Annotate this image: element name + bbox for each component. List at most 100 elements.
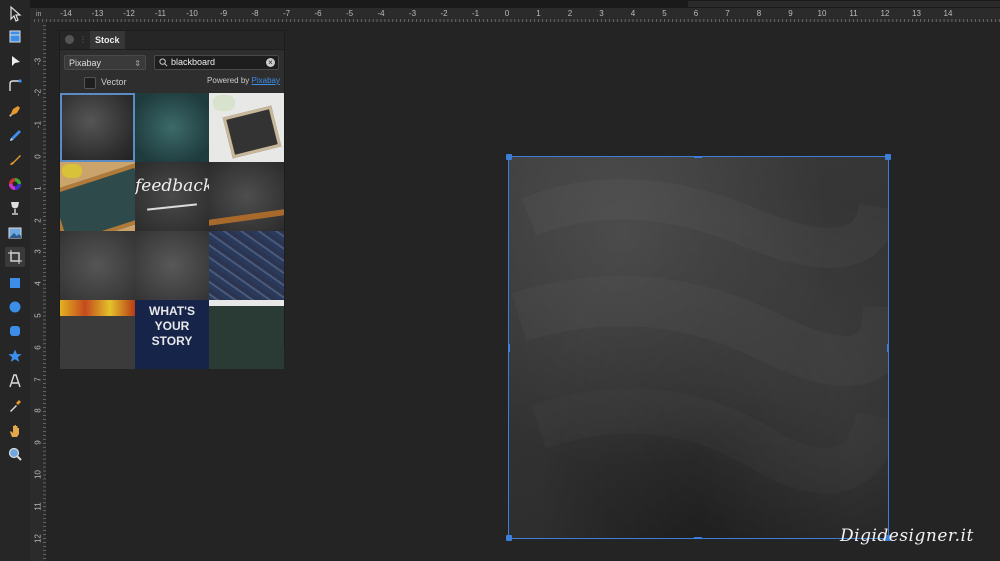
artboard-icon [9,30,21,43]
ruler-tick-label: -5 [345,9,354,18]
text-icon [9,374,21,388]
stock-panel-titlebar: ⋮ Stock [60,31,284,50]
ruler-tick-label: 9 [33,440,43,445]
stock-thumb[interactable] [60,231,135,300]
artboard-tool[interactable] [5,26,25,46]
ruler-tick-label: -1 [471,9,480,18]
pen-tool[interactable] [5,101,25,121]
watermark-logo: Digidesigner.it [838,521,988,549]
ruler-tick-label: -2 [33,89,43,97]
search-icon [159,58,168,67]
corner-tool[interactable] [5,76,25,96]
zoom-icon [8,447,22,461]
crop-tool[interactable] [5,247,25,267]
ruler-tick-label: -1 [33,121,43,129]
ruler-tick-label: -9 [219,9,228,18]
stock-thumb[interactable]: WHAT'S YOUR STORY [135,300,209,369]
rounded-rectangle-tool[interactable] [5,321,25,341]
stock-thumb[interactable]: feedback [135,162,209,231]
fill-tool[interactable] [5,174,25,194]
brush-icon [10,155,21,165]
clear-search-icon[interactable]: × [266,58,275,67]
ruler-tick-label: -13 [91,9,104,18]
pointer-arrow-icon [10,6,22,22]
vector-checkbox-row[interactable]: Vector [84,75,127,89]
selection-handle-bottom[interactable] [694,537,702,539]
ruler-tick-label: -12 [123,9,135,18]
stock-results-grid: feedback WHAT'S YOUR STORY [60,93,284,369]
ruler-tick-label: 14 [943,9,953,18]
brush-tool[interactable] [5,150,25,170]
selection-handle-top[interactable] [694,156,702,158]
stock-thumb[interactable] [209,93,284,162]
color-picker-tool[interactable] [5,396,25,416]
selection-handle-left[interactable] [508,344,510,352]
stock-panel: ⋮ Stock Pixabay ⇕ blackboard × Vector Po… [59,30,285,369]
ruler-tick-label: -4 [377,9,385,18]
ruler-tick-label: 1 [33,186,43,191]
blackboard-image[interactable] [508,156,889,539]
hand-icon [10,425,19,437]
stock-thumb[interactable] [135,231,209,300]
pen-icon [9,106,20,117]
vector-label: Vector [101,77,127,87]
ruler-tick-label: -2 [440,9,448,18]
pencil-tool[interactable] [5,126,25,146]
ruler-tick-label: -14 [60,9,72,18]
ruler-tick-label: 3 [33,249,43,255]
place-image-tool[interactable] [5,223,25,243]
move-tool[interactable] [5,4,25,24]
top-right-bar [688,1,1000,7]
crop-icon [8,250,22,264]
provider-value: Pixabay [69,58,102,68]
ellipse-icon [9,301,21,313]
ellipse-tool[interactable] [5,297,25,317]
ruler-tick-label: 1 [536,9,541,18]
stock-thumb[interactable] [60,300,135,369]
node-pointer-icon [12,56,20,66]
tab-stock[interactable]: Stock [90,31,125,49]
ruler-tick-label: 0 [33,154,43,159]
text-tool[interactable] [5,371,25,391]
pixabay-link[interactable]: Pixabay [252,76,280,85]
search-input[interactable]: blackboard × [154,55,279,70]
ruler-tick-label: -3 [408,9,417,18]
selection-handle-bottom-left[interactable] [506,535,512,541]
provider-select[interactable]: Pixabay ⇕ [64,55,146,70]
stock-thumb[interactable] [209,300,284,369]
ruler-tick-label: 11 [849,9,858,18]
view-tool[interactable] [5,421,25,441]
ruler-tick-label: -11 [155,9,166,18]
thumb-caption: WHAT'S YOUR STORY [149,304,195,348]
vector-checkbox[interactable] [84,76,96,89]
panel-close-button[interactable] [65,35,74,44]
ruler-tick-label: 12 [33,533,43,543]
stock-thumb[interactable] [209,162,284,231]
color-wheel-icon [9,178,21,190]
ruler-tick-label: 3 [599,9,604,18]
pencil-icon [10,130,21,141]
star-tool[interactable] [5,346,25,366]
ruler-tick-label: 6 [33,345,43,350]
stock-thumb[interactable] [135,93,209,162]
ruler-tick-label: 5 [33,313,43,318]
rectangle-tool[interactable] [5,273,25,293]
stock-thumb[interactable] [209,231,284,300]
selection-handle-right[interactable] [887,344,889,352]
ruler-tick-label: -10 [186,9,198,18]
ruler-tick-label: 4 [630,9,636,18]
stock-thumb[interactable] [60,162,135,231]
transparency-tool[interactable] [5,198,25,218]
ruler-tick-label: 2 [567,9,573,18]
ruler-tick-label: 4 [33,281,43,286]
panel-grip-icon[interactable]: ⋮ [79,35,87,44]
powered-by-label: Powered by [207,76,250,85]
selection-handle-top-right[interactable] [885,154,891,160]
zoom-tool[interactable] [5,444,25,464]
wine-glass-icon [11,202,19,215]
node-tool[interactable] [5,51,25,71]
stock-thumb[interactable] [60,93,135,162]
ruler-tick-label: -7 [282,9,291,18]
selection-handle-top-left[interactable] [506,154,512,160]
svg-text:Digidesigner.it: Digidesigner.it [839,526,974,546]
